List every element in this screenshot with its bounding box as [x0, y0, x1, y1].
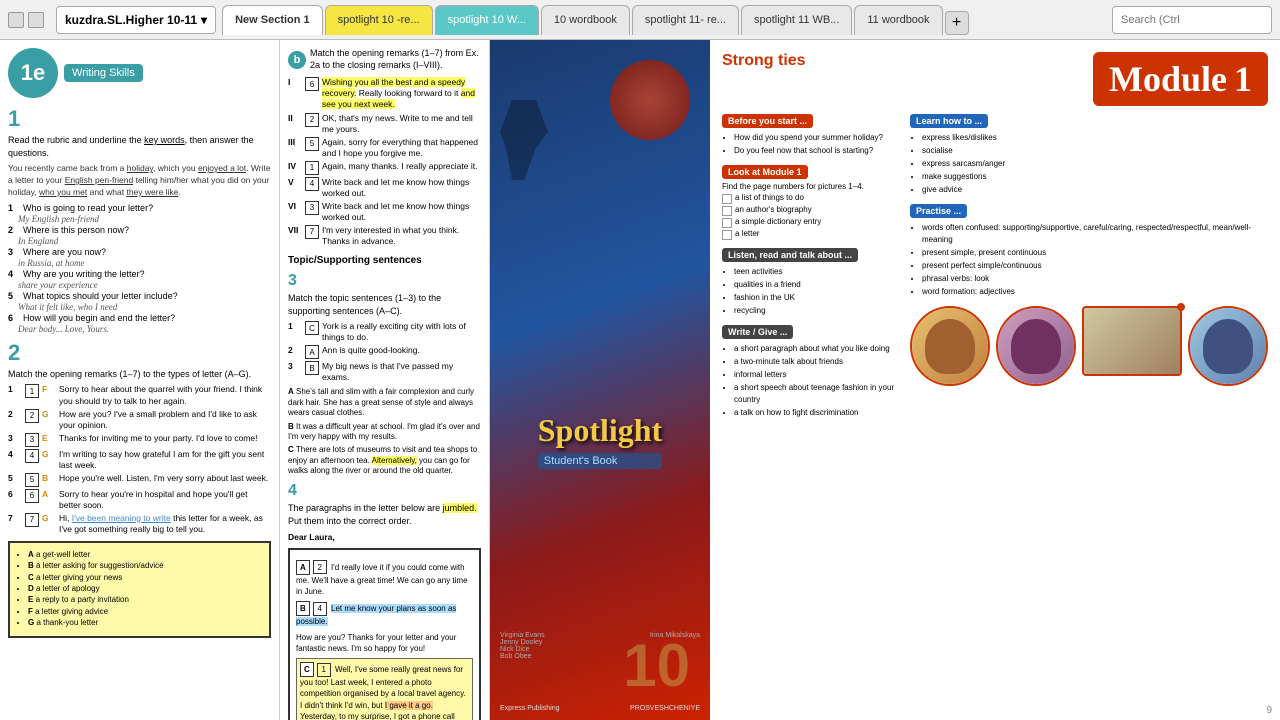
top-bar: kuzdra.SL.Higher 10-11 ▾ New Section 1 s…: [0, 0, 1280, 40]
write-list: a short paragraph about what you like do…: [722, 343, 900, 419]
content-col-right: Learn how to ... express likes/dislikes …: [910, 114, 1268, 427]
dot-indicator-1: [1177, 303, 1185, 311]
content-col-left: Before you start ... How did you spend y…: [722, 114, 900, 427]
section3-instruction: Match the topic sentences (1–3) to the s…: [288, 292, 481, 317]
section2-number: 2: [8, 340, 271, 366]
book-container: Spotlight Student's Book Virginia EvansJ…: [490, 40, 1280, 720]
publisher2: PROSVESHCHENIYE: [630, 705, 700, 712]
left-panel: 1e Writing Skills 1 Read the rubric and …: [0, 40, 280, 720]
right-panel: Spotlight Student's Book Virginia EvansJ…: [490, 40, 1280, 720]
b-instruction: Match the opening remarks (1–7) from Ex.…: [310, 48, 481, 71]
questions-block: 1Who is going to read your letter? My En…: [8, 203, 271, 334]
page-number: 9: [1266, 705, 1272, 716]
cover-type: Student's Book: [538, 453, 662, 469]
section2-instruction: Match the opening remarks (1–7) to the t…: [8, 368, 271, 381]
tab-spotlight11re[interactable]: spotlight 11- re...: [632, 5, 739, 35]
add-tab-button[interactable]: +: [945, 11, 969, 35]
window-btn-2[interactable]: [28, 12, 44, 28]
section3-num: 3: [288, 272, 481, 290]
closing-remarks: I6 Wishing you all the best and a speedy…: [288, 77, 481, 247]
spotlight-cover: Spotlight Student's Book Virginia EvansJ…: [490, 40, 710, 720]
dot-indicator-2: [1261, 306, 1268, 313]
cover-title-area: Spotlight Student's Book: [538, 372, 662, 469]
before-start-title: Before you start ...: [722, 114, 813, 128]
section4-num: 4: [288, 482, 481, 500]
learn-title: Learn how to ...: [910, 114, 988, 128]
profile-selector[interactable]: kuzdra.SL.Higher 10-11 ▾: [56, 6, 216, 34]
letter-section: A2 I'd really love it if you could come …: [288, 548, 481, 720]
tab-spotlight10re[interactable]: spotlight 10 -re...: [325, 5, 433, 35]
checkbox-items: a list of things to do an author's biogr…: [722, 193, 900, 240]
publisher1: Express Publishing: [500, 705, 560, 712]
profile-name: kuzdra.SL.Higher 10-11: [65, 13, 197, 27]
photo-1: [910, 306, 990, 386]
dropdown-arrow: ▾: [201, 13, 207, 27]
middle-panel: b Match the opening remarks (1–7) from E…: [280, 40, 490, 720]
photo-3: [1188, 306, 1268, 386]
before-start-list: How did you spend your summer holiday? D…: [722, 132, 900, 157]
search-input[interactable]: [1112, 6, 1272, 34]
book-content: Strong ties Module 1 Before you start ..…: [710, 40, 1280, 720]
b-circle: b: [288, 51, 306, 69]
cover-number: 10: [623, 631, 690, 700]
cover-title: Spotlight: [538, 412, 662, 449]
look-module-title: Look at Module 1: [722, 165, 808, 179]
letter-types-box: A a get-well letter B a letter asking fo…: [8, 541, 271, 638]
topic-items: 1C York is a really exciting city with l…: [288, 321, 481, 383]
window-btn-1[interactable]: [8, 12, 24, 28]
practise-section: Practise ... words often confused: suppo…: [910, 204, 1268, 298]
main-area: 1e Writing Skills 1 Read the rubric and …: [0, 40, 1280, 720]
tab-spotlight10w[interactable]: spotlight 10 W...: [435, 5, 539, 35]
module-title: Module 1: [1093, 52, 1268, 106]
look-module-section: Look at Module 1 Find the page numbers f…: [722, 165, 900, 240]
listen-section: Listen, read and talk about ... teen act…: [722, 248, 900, 317]
photo-row: [910, 306, 1268, 386]
cover-moon: [610, 60, 690, 140]
find-instruction: Find the page numbers for pictures 1–4.: [722, 182, 900, 191]
listen-list: teen activities qualities in a friend fa…: [722, 266, 900, 317]
tab-11wordbook[interactable]: 11 wordbook: [854, 5, 942, 35]
photo-rect: [1082, 306, 1182, 376]
before-start-section: Before you start ... How did you spend y…: [722, 114, 900, 157]
badge-1e: 1e: [8, 48, 58, 98]
supporting-sentences: A She's tall and slim with a fair comple…: [288, 387, 481, 476]
practise-title: Practise ...: [910, 204, 967, 218]
dear-line: Dear Laura,: [288, 532, 481, 542]
cover-publishers: Express Publishing PROSVESHCHENIYE: [500, 705, 700, 712]
listen-title: Listen, read and talk about ...: [722, 248, 858, 262]
window-controls: [8, 12, 44, 28]
match-items: 11F Sorry to hear about the quarrel with…: [8, 384, 271, 534]
strong-ties-title: Strong ties: [722, 52, 806, 70]
book-cover: Spotlight Student's Book Virginia EvansJ…: [490, 40, 710, 720]
content-grid: Before you start ... How did you spend y…: [722, 114, 1268, 427]
practise-list: words often confused: supporting/support…: [910, 222, 1268, 298]
section1-instruction: Read the rubric and underline the key wo…: [8, 134, 271, 159]
learn-list: express likes/dislikes socialise express…: [910, 132, 1268, 196]
write-section: Write / Give ... a short paragraph about…: [722, 325, 900, 419]
section4-instruction: The paragraphs in the letter below are j…: [288, 502, 481, 527]
cover-horseman: [500, 100, 560, 180]
tab-10wordbook[interactable]: 10 wordbook: [541, 5, 630, 35]
photo-rect-wrapper: [1082, 306, 1182, 386]
rubric-text: You recently came back from a holiday, w…: [8, 163, 271, 199]
photo-2: [996, 306, 1076, 386]
writing-skills-label: Writing Skills: [64, 64, 143, 82]
tab-bar: New Section 1 spotlight 10 -re... spotli…: [222, 5, 1106, 35]
section1-number: 1: [8, 106, 271, 132]
learn-section: Learn how to ... express likes/dislikes …: [910, 114, 1268, 196]
section-b-header: b Match the opening remarks (1–7) from E…: [288, 48, 481, 71]
tab-new-section[interactable]: New Section 1: [222, 5, 323, 35]
write-title: Write / Give ...: [722, 325, 793, 339]
writing-header: 1e Writing Skills: [8, 48, 271, 98]
topic-title: Topic/Supporting sentences: [288, 255, 481, 266]
tab-spotlight11wb[interactable]: spotlight 11 WB...: [741, 5, 852, 35]
module-header: Strong ties Module 1: [722, 52, 1268, 106]
